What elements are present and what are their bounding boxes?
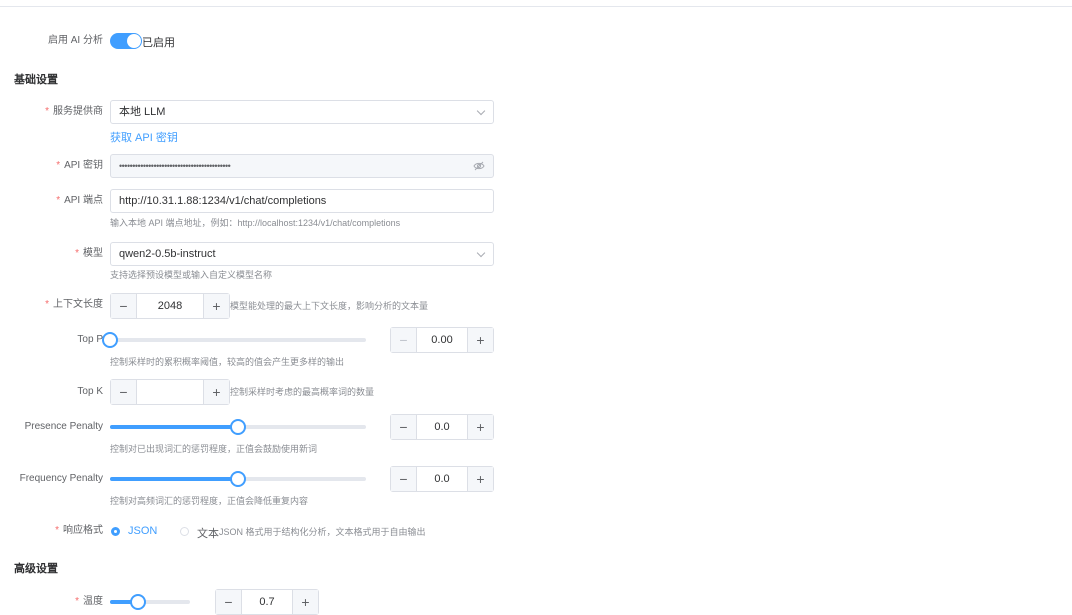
context-length-stepper[interactable]: − 2048 + xyxy=(110,293,230,319)
context-length-hint: 模型能处理的最大上下文长度，影响分析的文本量 xyxy=(230,301,429,311)
context-length-value[interactable]: 2048 xyxy=(137,294,203,318)
top-k-stepper[interactable]: − + xyxy=(110,379,230,405)
top-k-label: Top K xyxy=(77,386,103,397)
presence-penalty-value[interactable]: 0.0 xyxy=(417,415,467,439)
provider-label: * 服务提供商 xyxy=(45,106,103,117)
frequency-penalty-hint: 控制对高频词汇的惩罚程度，正值会降低重复内容 xyxy=(110,496,309,506)
switch-knob xyxy=(127,34,141,48)
response-format-label: * 响应格式 xyxy=(55,525,103,536)
top-k-value[interactable] xyxy=(137,380,203,404)
decrement-button[interactable]: − xyxy=(391,328,417,352)
increment-button[interactable]: + xyxy=(203,294,229,318)
frequency-penalty-slider[interactable] xyxy=(110,471,366,487)
endpoint-label: * API 端点 xyxy=(56,195,103,206)
top-p-label: Top P xyxy=(77,334,103,345)
presence-penalty-slider[interactable] xyxy=(110,419,366,435)
provider-select[interactable]: 本地 LLM xyxy=(110,100,494,124)
temperature-slider[interactable] xyxy=(110,594,190,610)
radio-text[interactable] xyxy=(180,527,189,536)
decrement-button[interactable]: − xyxy=(216,590,242,614)
decrement-button[interactable]: − xyxy=(111,294,137,318)
radio-json-label[interactable]: JSON xyxy=(128,525,157,537)
enable-ai-label: 启用 AI 分析 xyxy=(47,35,103,46)
temperature-label: * 温度 xyxy=(75,596,103,607)
decrement-button[interactable]: − xyxy=(111,380,137,404)
frequency-penalty-value[interactable]: 0.0 xyxy=(417,467,467,491)
top-p-value[interactable]: 0.00 xyxy=(417,328,467,352)
top-p-slider[interactable] xyxy=(102,332,366,348)
chevron-down-icon xyxy=(476,248,486,258)
get-api-key-link[interactable]: 获取 API 密钥 xyxy=(110,129,178,145)
presence-penalty-label: Presence Penalty xyxy=(24,421,103,432)
endpoint-input[interactable]: http://10.31.1.88:1234/v1/chat/completio… xyxy=(110,189,494,213)
model-select[interactable]: qwen2-0.5b-instruct xyxy=(110,242,494,266)
advanced-section-title: 高级设置 xyxy=(14,563,58,575)
increment-button[interactable]: + xyxy=(292,590,318,614)
api-key-input[interactable]: ••••••••••••••••••••••••••••••••••••••••… xyxy=(110,154,494,178)
response-format-hint: JSON 格式用于结构化分析，文本格式用于自由输出 xyxy=(219,527,426,537)
slider-thumb[interactable] xyxy=(102,332,118,348)
temperature-value[interactable]: 0.7 xyxy=(242,590,292,614)
decrement-button[interactable]: − xyxy=(391,467,417,491)
basic-section-title: 基础设置 xyxy=(14,74,58,86)
enable-ai-switch[interactable] xyxy=(110,33,142,49)
top-p-stepper[interactable]: − 0.00 + xyxy=(390,327,494,353)
model-hint: 支持选择预设模型或输入自定义模型名称 xyxy=(110,270,273,280)
provider-value: 本地 LLM xyxy=(119,106,166,118)
eye-off-icon[interactable] xyxy=(473,161,485,171)
chevron-down-icon xyxy=(476,106,486,116)
top-k-hint: 控制采样时考虑的最高概率词的数量 xyxy=(230,387,375,397)
radio-text-label[interactable]: 文本 xyxy=(197,525,219,541)
increment-button[interactable]: + xyxy=(203,380,229,404)
slider-thumb[interactable] xyxy=(130,594,146,610)
top-divider xyxy=(0,6,1072,7)
enable-ai-state: 已启用 xyxy=(142,37,175,49)
decrement-button[interactable]: − xyxy=(391,415,417,439)
api-key-value: ••••••••••••••••••••••••••••••••••••••••… xyxy=(119,161,231,171)
slider-thumb[interactable] xyxy=(230,419,246,435)
api-key-label: * API 密钥 xyxy=(56,160,103,171)
top-p-hint: 控制采样时的累积概率阈值，较高的值会产生更多样的输出 xyxy=(110,357,345,367)
slider-fill xyxy=(110,477,238,481)
context-length-label: * 上下文长度 xyxy=(45,299,103,310)
endpoint-hint: 输入本地 API 端点地址，例如：http://localhost:1234/v… xyxy=(110,218,401,228)
presence-penalty-stepper[interactable]: − 0.0 + xyxy=(390,414,494,440)
model-label: * 模型 xyxy=(75,248,103,259)
radio-json[interactable] xyxy=(111,527,120,536)
slider-thumb[interactable] xyxy=(230,471,246,487)
model-value: qwen2-0.5b-instruct xyxy=(119,248,216,260)
increment-button[interactable]: + xyxy=(467,328,493,352)
frequency-penalty-stepper[interactable]: − 0.0 + xyxy=(390,466,494,492)
increment-button[interactable]: + xyxy=(467,415,493,439)
endpoint-value: http://10.31.1.88:1234/v1/chat/completio… xyxy=(119,195,327,207)
increment-button[interactable]: + xyxy=(467,467,493,491)
frequency-penalty-label: Frequency Penalty xyxy=(19,473,103,484)
presence-penalty-hint: 控制对已出现词汇的惩罚程度，正值会鼓励使用新词 xyxy=(110,444,318,454)
temperature-stepper[interactable]: − 0.7 + xyxy=(215,589,319,615)
slider-fill xyxy=(110,425,238,429)
